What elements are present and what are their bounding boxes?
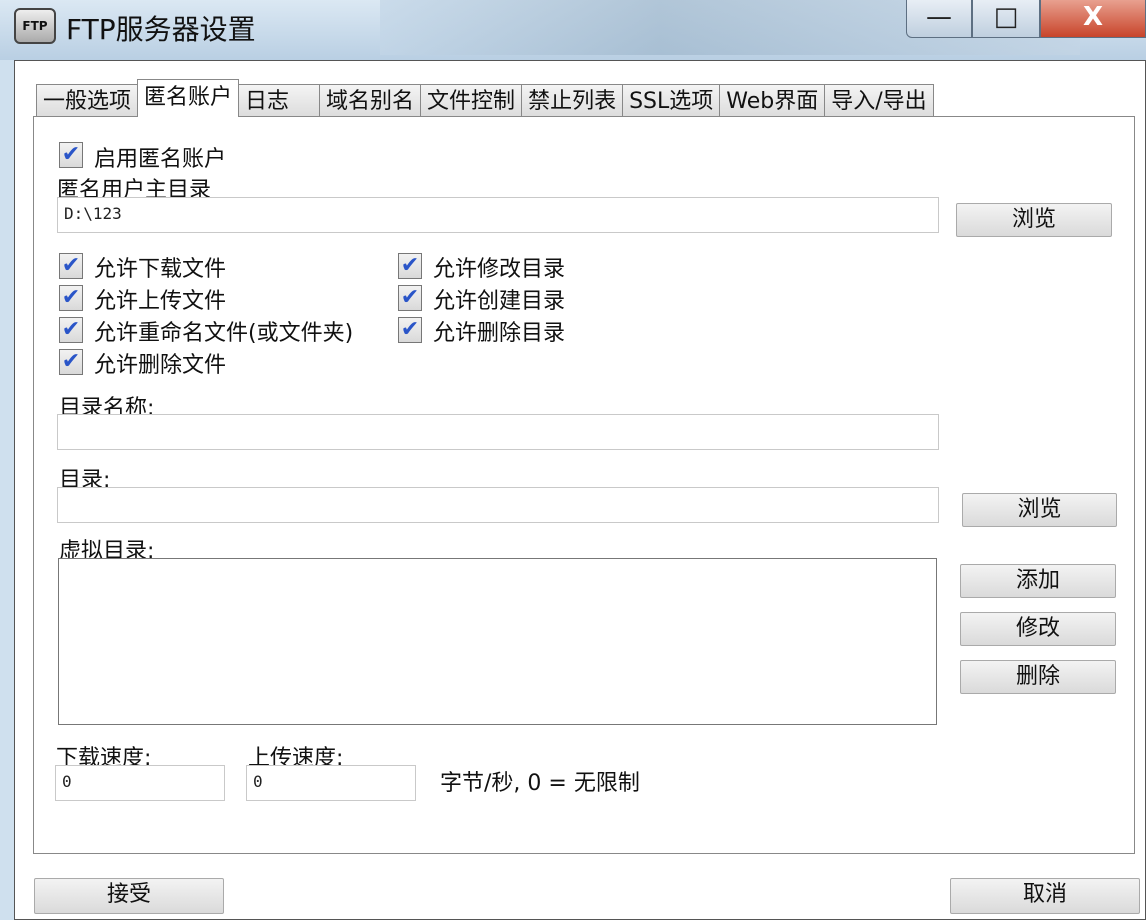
- tab-ban-list[interactable]: 禁止列表: [521, 84, 623, 117]
- home-dir-browse-button[interactable]: 浏览: [956, 203, 1112, 237]
- allow-modify-dir-checkbox[interactable]: ✔: [398, 253, 422, 279]
- dir-name-input[interactable]: [57, 414, 939, 450]
- allow-delete-dir-checkbox[interactable]: ✔: [398, 317, 422, 343]
- allow-rename-label: 允许重命名文件(或文件夹): [94, 315, 353, 347]
- allow-upload-checkbox[interactable]: ✔: [59, 285, 83, 311]
- delete-button[interactable]: 删除: [960, 660, 1116, 694]
- tab-general[interactable]: 一般选项: [36, 84, 138, 117]
- allow-create-dir-checkbox[interactable]: ✔: [398, 285, 422, 311]
- allow-delete-dir-label: 允许删除目录: [433, 315, 565, 347]
- dir-browse-button[interactable]: 浏览: [962, 493, 1117, 527]
- allow-modify-dir-label: 允许修改目录: [433, 251, 565, 283]
- allow-create-dir-label: 允许创建目录: [433, 283, 565, 315]
- add-button[interactable]: 添加: [960, 564, 1116, 598]
- allow-rename-checkbox[interactable]: ✔: [59, 317, 83, 343]
- close-button[interactable]: X: [1040, 0, 1146, 38]
- download-speed-input[interactable]: 0: [55, 765, 225, 801]
- dir-input[interactable]: [57, 487, 939, 523]
- ftp-app-icon: FTP: [14, 8, 56, 44]
- accept-button[interactable]: 接受: [34, 878, 224, 914]
- allow-download-checkbox[interactable]: ✔: [59, 253, 83, 279]
- tab-import-export[interactable]: 导入/导出: [824, 84, 933, 117]
- allow-upload-label: 允许上传文件: [94, 283, 226, 315]
- tab-log[interactable]: 日志: [238, 84, 320, 117]
- title-bar: FTP FTP服务器设置 — □ X: [0, 0, 1146, 60]
- tab-ssl[interactable]: SSL选项: [622, 84, 720, 117]
- tab-domain-alias[interactable]: 域名别名: [319, 84, 421, 117]
- allow-delete-file-checkbox[interactable]: ✔: [59, 349, 83, 375]
- speed-unit-note: 字节/秒, 0 = 无限制: [440, 765, 640, 797]
- modify-button[interactable]: 修改: [960, 612, 1116, 646]
- enable-anonymous-checkbox[interactable]: ✔: [59, 142, 83, 168]
- upload-speed-input[interactable]: 0: [246, 765, 416, 801]
- tab-web[interactable]: Web界面: [719, 84, 825, 117]
- tab-bar: 一般选项 匿名账户 日志 域名别名 文件控制 禁止列表 SSL选项 Web界面 …: [36, 80, 933, 117]
- tab-file-control[interactable]: 文件控制: [420, 84, 522, 117]
- minimize-button[interactable]: —: [906, 0, 972, 38]
- enable-anonymous-label: 启用匿名账户: [94, 141, 226, 173]
- maximize-button[interactable]: □: [972, 0, 1040, 38]
- allow-delete-file-label: 允许删除文件: [94, 347, 226, 379]
- home-dir-input[interactable]: D:\123: [57, 197, 939, 233]
- tab-anonymous[interactable]: 匿名账户: [137, 79, 239, 117]
- cancel-button[interactable]: 取消: [950, 878, 1140, 914]
- allow-download-label: 允许下载文件: [94, 251, 226, 283]
- window-title: FTP服务器设置: [66, 8, 256, 48]
- virtual-dir-list[interactable]: [58, 558, 937, 725]
